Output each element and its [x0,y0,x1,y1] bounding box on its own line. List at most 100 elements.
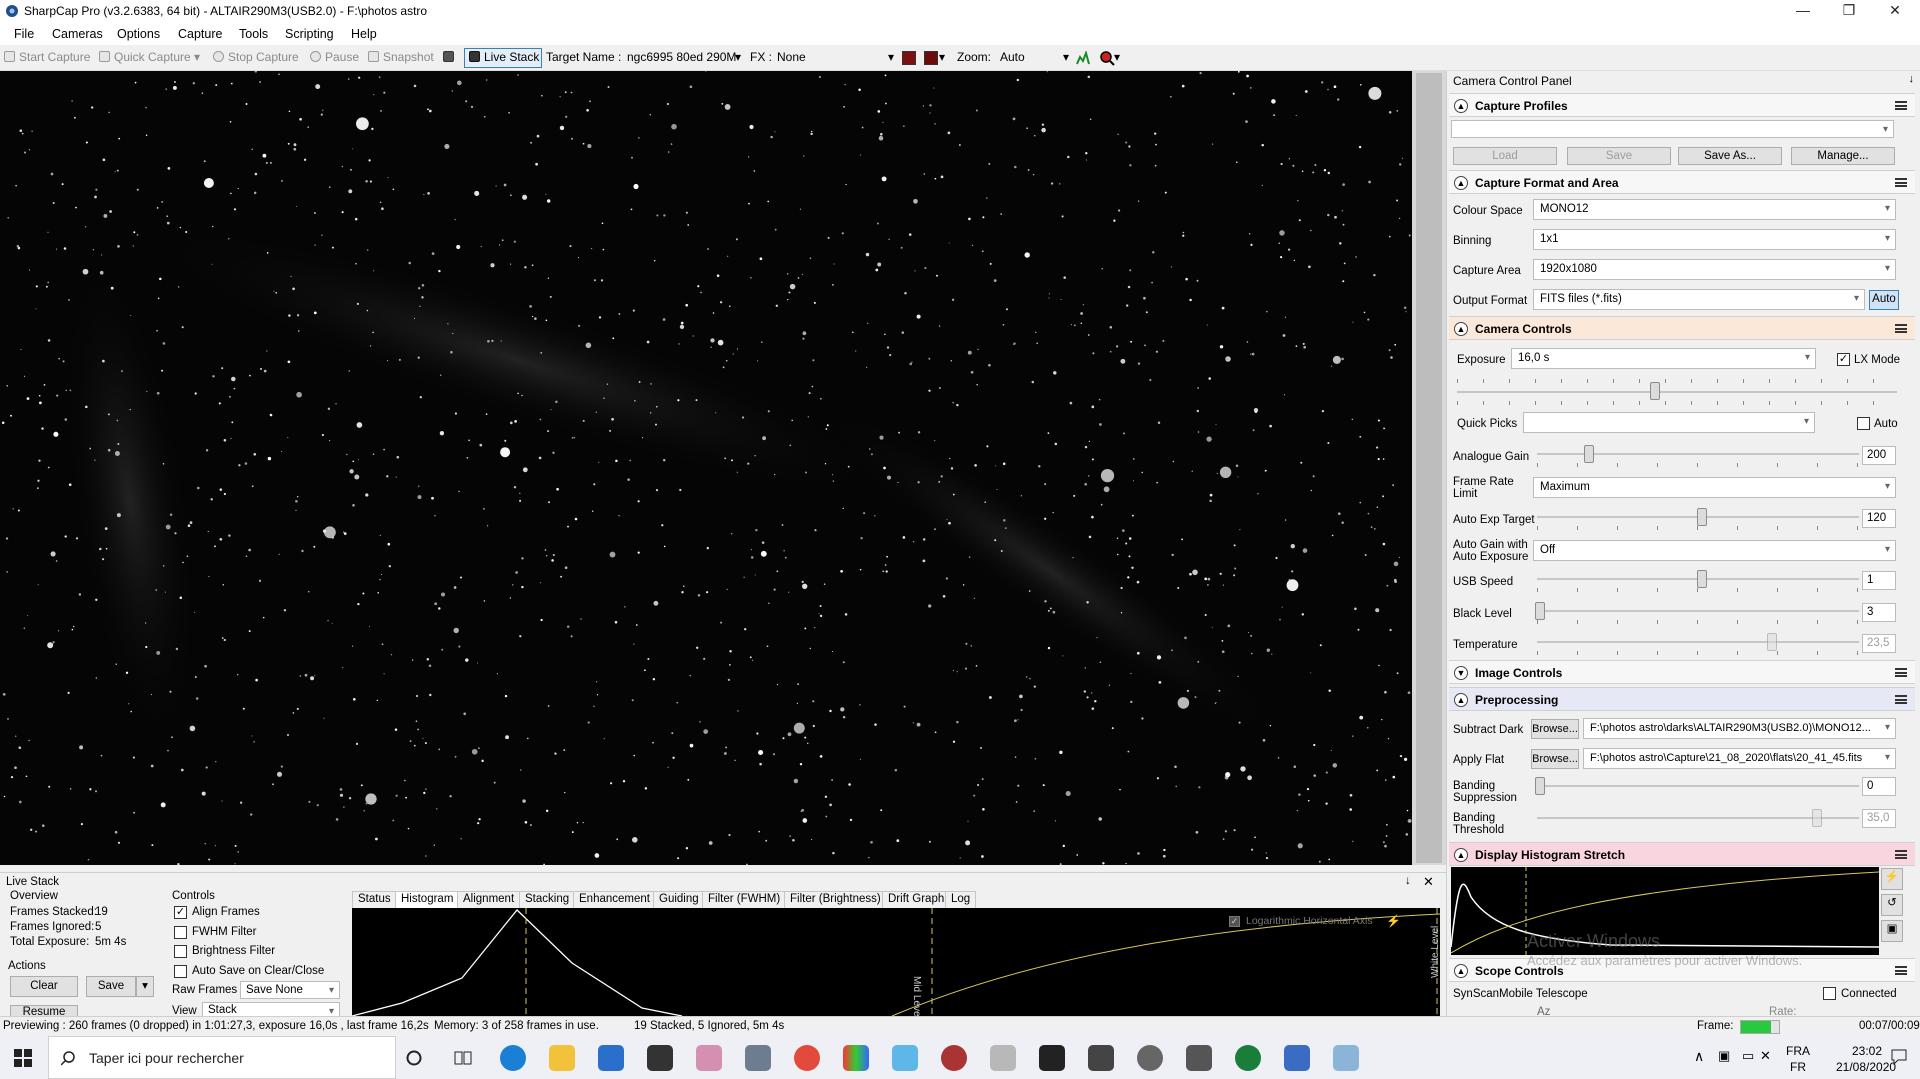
menu-options[interactable]: Options [117,27,160,41]
tab-histogram[interactable]: Histogram [395,891,460,908]
brightness-filter-checkbox[interactable] [174,945,187,958]
quick-picks-select[interactable] [1523,412,1815,433]
tab-stacking[interactable]: Stacking [519,891,576,908]
quick-capture-button[interactable]: Quick Capture ▾ [99,50,200,64]
section-preprocessing[interactable]: ▲ Preprocessing [1449,687,1915,711]
app-icon-4[interactable] [990,1045,1016,1071]
section-camera-controls[interactable]: ▲ Camera Controls [1449,316,1915,340]
menu-help[interactable]: Help [351,27,377,41]
mail-icon[interactable] [598,1045,624,1071]
banding-suppression-knob[interactable] [1535,777,1545,795]
cortana-icon[interactable] [406,1050,422,1066]
browse-dark-button[interactable]: Browse... [1531,719,1579,739]
black-level-value[interactable]: 3 [1862,603,1896,622]
colour-space-select[interactable]: MONO12 [1533,199,1896,220]
tab-enhancement[interactable]: Enhancement [573,891,656,908]
close-window-icon[interactable]: ✕ [1872,0,1918,23]
histogram-icon[interactable] [1076,51,1090,65]
tab-guiding[interactable]: Guiding [653,891,705,908]
exposure-slider-track[interactable] [1457,391,1897,393]
tray-chevron-icon[interactable]: ∧ [1694,1048,1704,1065]
windows-start-icon[interactable] [14,1049,32,1067]
stop-capture-button[interactable]: Stop Capture [213,50,299,64]
crosshair-dropdown-icon[interactable]: ▾ [939,50,945,64]
target-dropdown-icon[interactable]: ▾ [735,50,741,64]
viewer-scroll-thumb[interactable] [1416,73,1442,863]
menu-cameras[interactable]: Cameras [52,27,103,41]
auto-exp-target-knob[interactable] [1697,508,1707,526]
app-icon-7[interactable] [1186,1045,1212,1071]
monitor-icon[interactable] [443,50,458,64]
live-stack-pin-icon[interactable]: ↓ [1405,875,1411,887]
apply-flat-select[interactable]: F:\photos astro\Capture\21_08_2020\flats… [1583,748,1896,769]
app-icon-6[interactable] [1088,1045,1114,1071]
viewer-scrollbar[interactable] [1412,71,1446,865]
capture-area-select[interactable]: 1920x1080 [1533,259,1896,280]
file-explorer-icon[interactable] [549,1045,575,1071]
raw-frames-select[interactable]: Save None [240,981,340,999]
fx-dropdown-icon[interactable]: ▾ [888,50,894,64]
battery-icon[interactable]: ▭ [1742,1048,1754,1064]
reset-stretch-icon[interactable]: ↺ [1881,894,1903,916]
app-icon-9[interactable] [1284,1045,1310,1071]
tab-filter-fwhm[interactable]: Filter (FWHM) [702,891,787,908]
restore-icon[interactable]: ❐ [1826,0,1872,23]
log-axis-checkbox[interactable]: ✓ [1229,916,1240,927]
lx-mode-checkbox[interactable]: ✓ [1837,353,1850,366]
usb-speed-value[interactable]: 1 [1862,571,1896,590]
histogram-auto-icon[interactable]: ⚡ [1386,914,1401,928]
banding-suppression-value[interactable]: 0 [1862,777,1896,796]
zoom-dropdown-icon[interactable]: ▾ [1063,50,1069,64]
tab-filter-brightness[interactable]: Filter (Brightness) [784,891,887,908]
zoom-select[interactable]: Auto [1000,50,1025,64]
stack-histogram[interactable]: ✓ Logarithmic Horizontal Axis ⚡ Mid Leve… [352,908,1440,1016]
section-image-controls[interactable]: ▼ Image Controls [1449,660,1915,684]
edge-icon[interactable] [500,1045,526,1071]
notifications-icon[interactable] [1890,1048,1908,1066]
subtract-dark-select[interactable]: F:\photos astro\darks\ALTAIR290M3(USB2.0… [1583,718,1896,739]
menu-file[interactable]: File [14,27,34,41]
app-icon-2[interactable] [696,1045,722,1071]
color-app-icon[interactable] [843,1045,869,1071]
save-as-profile-button[interactable]: Save As... [1678,147,1782,165]
taskbar-search-box[interactable]: Taper ici pour rechercher [48,1036,396,1079]
align-frames-checkbox[interactable]: ✓ [174,906,187,919]
fx-select[interactable]: None [777,50,806,64]
fwhm-filter-checkbox[interactable] [174,926,187,939]
auto-gain-select[interactable]: Off [1533,540,1896,561]
clock-date[interactable]: 21/08/2020 [1836,1060,1896,1074]
connected-checkbox[interactable] [1823,987,1836,1000]
pause-button[interactable]: Pause [310,50,359,64]
load-profile-button[interactable]: Load [1453,147,1557,165]
tab-status[interactable]: Status [352,891,397,908]
task-view-icon[interactable] [454,1049,472,1067]
exposure-input[interactable]: 16,0 s [1511,348,1816,369]
chrome-icon[interactable] [794,1045,820,1071]
app-icon-10[interactable] [1333,1045,1359,1071]
live-stack-close-icon[interactable]: ✕ [1423,874,1434,890]
minimize-icon[interactable]: — [1780,0,1826,23]
frame-rate-select[interactable]: Maximum [1533,477,1896,498]
manage-profiles-button[interactable]: Manage... [1791,147,1895,165]
usb-speed-knob[interactable] [1697,570,1707,588]
auto-exposure-checkbox[interactable] [1857,417,1870,430]
exposure-slider-knob[interactable] [1650,382,1660,400]
save-profile-button[interactable]: Save [1567,147,1671,165]
binning-select[interactable]: 1x1 [1533,229,1896,250]
menu-tools[interactable]: Tools [239,27,268,41]
app-icon-1[interactable] [647,1045,673,1071]
browse-flat-button[interactable]: Browse... [1531,749,1579,769]
tab-drift-graph[interactable]: Drift Graph [882,891,951,908]
banding-suppression-track[interactable] [1537,785,1859,787]
snapshot-button[interactable]: Snapshot [368,50,434,64]
section-histogram-stretch[interactable]: ▲ Display Histogram Stretch [1449,842,1915,866]
color-swatch-icon[interactable] [902,51,916,65]
language-2[interactable]: FR [1790,1060,1806,1074]
profile-select[interactable] [1451,120,1894,138]
sharpcap-taskbar-icon[interactable] [1137,1045,1163,1071]
view-select[interactable]: Stack [202,1002,340,1017]
gain-slider-knob[interactable] [1584,445,1594,463]
section-capture-format[interactable]: ▲ Capture Format and Area [1449,170,1915,194]
output-format-auto-button[interactable]: Auto [1869,290,1899,310]
app-icon-5[interactable] [1039,1045,1065,1071]
